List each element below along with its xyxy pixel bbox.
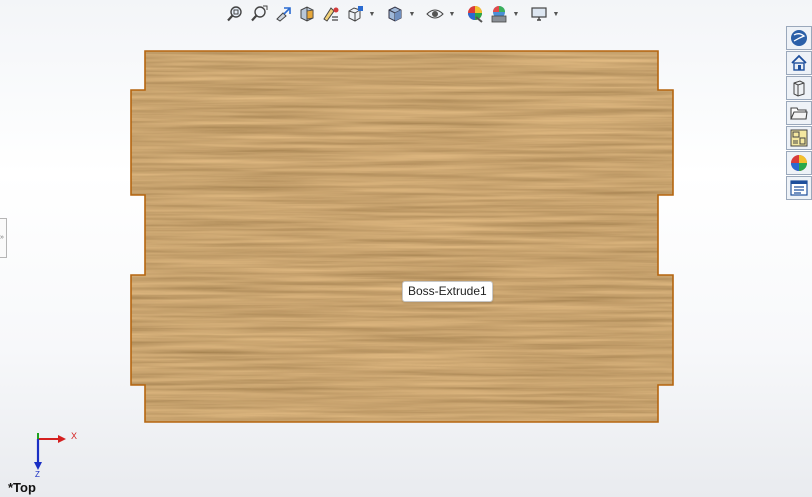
tab-file-explorer[interactable] xyxy=(786,101,812,125)
zoom-to-fit-button[interactable] xyxy=(224,3,246,25)
file-explorer-icon xyxy=(790,107,808,120)
view-orientation-button[interactable] xyxy=(344,3,366,25)
display-style-dropdown[interactable]: ▼ xyxy=(408,3,416,25)
chevron-down-icon: ▼ xyxy=(552,10,560,18)
view-settings-dropdown[interactable]: ▼ xyxy=(552,3,560,25)
hide-show-items-button[interactable] xyxy=(424,3,446,25)
task-pane-tabs xyxy=(786,26,812,200)
apply-scene-button[interactable] xyxy=(488,3,510,25)
triad-z-arrow xyxy=(34,462,42,470)
left-panel-collapse-handle[interactable]: » xyxy=(0,218,7,258)
tab-solidworks-resources[interactable] xyxy=(786,26,812,50)
display-style-button[interactable] xyxy=(384,3,406,25)
view-settings-button[interactable] xyxy=(528,3,550,25)
tab-appearances-scenes[interactable] xyxy=(786,151,812,175)
section-view-button[interactable] xyxy=(296,3,318,25)
tab-design-library[interactable] xyxy=(786,76,812,100)
wood-grain xyxy=(131,51,673,422)
previous-view-icon xyxy=(276,7,291,22)
tab-view-palette[interactable] xyxy=(786,126,812,150)
view-orientation-dropdown[interactable]: ▼ xyxy=(368,3,376,25)
panel-handle-icon: » xyxy=(0,234,4,241)
dynamic-annotation-button[interactable] xyxy=(320,3,342,25)
view-palette-icon xyxy=(790,129,808,147)
chevron-down-icon: ▼ xyxy=(368,10,376,18)
zoom-to-area-icon xyxy=(251,5,268,22)
chevron-down-icon: ▼ xyxy=(512,10,520,18)
dynamic-annotation-icon xyxy=(323,7,339,22)
edit-appearance-button[interactable] xyxy=(464,3,486,25)
custom-properties-icon xyxy=(790,180,808,196)
reference-triad: X Z xyxy=(34,431,77,478)
hide-show-items-dropdown[interactable]: ▼ xyxy=(448,3,456,25)
tab-custom-properties[interactable] xyxy=(786,176,812,200)
heads-up-view-toolbar: ▼ ▼ ▼ ▼ ▼ xyxy=(224,2,584,26)
boss-extrude1-body[interactable] xyxy=(130,50,674,423)
solidworks-resources-icon xyxy=(791,30,807,46)
edit-appearance-icon xyxy=(468,6,483,23)
view-orientation-label: *Top xyxy=(8,480,36,495)
eye-icon xyxy=(426,9,444,19)
feature-tooltip: Boss-Extrude1 xyxy=(402,281,493,302)
zoom-to-area-button[interactable] xyxy=(248,3,270,25)
tab-home[interactable] xyxy=(786,51,812,75)
apply-scene-icon xyxy=(491,6,507,23)
chevron-down-icon: ▼ xyxy=(448,10,456,18)
section-view-icon xyxy=(300,6,314,22)
view-orientation-icon xyxy=(348,6,363,22)
triad-x-label: X xyxy=(71,431,77,441)
design-library-icon xyxy=(793,80,805,97)
display-style-icon xyxy=(388,6,402,22)
monitor-icon xyxy=(531,7,547,21)
previous-view-button[interactable] xyxy=(272,3,294,25)
triad-x-arrow xyxy=(58,435,66,443)
appearances-scenes-icon xyxy=(791,155,807,171)
chevron-down-icon: ▼ xyxy=(408,10,416,18)
zoom-to-fit-icon xyxy=(227,6,242,22)
home-icon xyxy=(791,54,807,71)
apply-scene-dropdown[interactable]: ▼ xyxy=(512,3,520,25)
triad-z-label: Z xyxy=(35,470,40,478)
graphics-area xyxy=(130,50,674,423)
